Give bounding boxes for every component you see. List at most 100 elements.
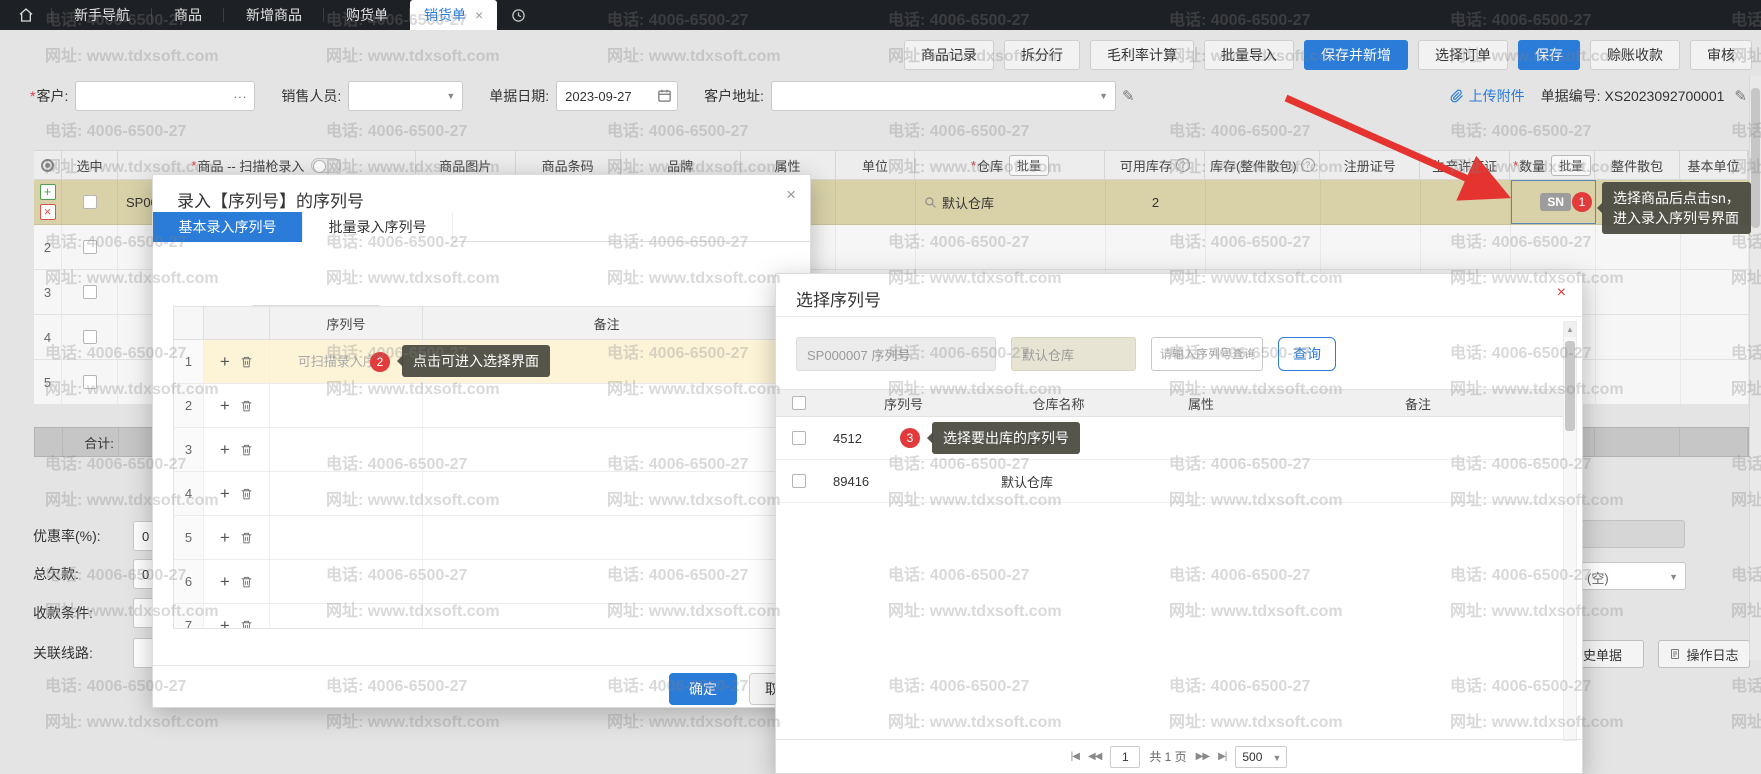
search-icon[interactable] [924, 196, 937, 209]
delete-serial-icon[interactable] [240, 531, 253, 545]
select-cell [776, 417, 821, 459]
serial-search-field[interactable] [1151, 337, 1263, 371]
delete-serial-icon[interactable] [240, 575, 253, 589]
search-button[interactable]: 查询 [1278, 337, 1336, 371]
toolbar-button-3[interactable]: 批量导入 [1204, 40, 1294, 70]
scrollbar-thumb[interactable] [1751, 88, 1760, 228]
address-label: 客户地址: [704, 86, 764, 106]
row1-cell-stock-pack [1206, 180, 1321, 224]
select-all-checkbox[interactable] [792, 396, 806, 410]
first-page-button[interactable]: |◀ [1071, 751, 1079, 762]
edit-address-icon[interactable]: ✎ [1122, 87, 1135, 105]
toolbar-button-0[interactable]: 商品记录 [904, 40, 994, 70]
last-page-button[interactable]: ▶| [1218, 751, 1226, 762]
prev-page-button[interactable]: ◀◀ [1088, 751, 1101, 762]
add-serial-icon[interactable]: + [220, 529, 230, 546]
col-header-label: 单位 [862, 156, 888, 175]
delete-serial-icon[interactable] [240, 443, 253, 457]
toolbar-button-4[interactable]: 保存并新增 [1304, 40, 1408, 70]
delete-serial-icon[interactable] [240, 355, 253, 369]
serial-checkbox[interactable] [792, 431, 806, 445]
cell-base-unit [1681, 360, 1749, 404]
customer-field[interactable]: ... [75, 81, 255, 111]
date-field[interactable] [556, 81, 678, 111]
confirm-button[interactable]: 确定 [669, 673, 737, 705]
next-page-button[interactable]: ▶▶ [1196, 751, 1209, 762]
delete-serial-icon[interactable] [240, 619, 253, 630]
tab-close-icon[interactable]: × [475, 7, 483, 23]
nav-item-0[interactable]: 新手导航 [52, 0, 152, 30]
col-header-select: 选中 [62, 151, 118, 179]
step2-badge: 2 [370, 352, 390, 372]
add-serial-icon[interactable]: + [220, 573, 230, 590]
toolbar-button-2[interactable]: 毛利率计算 [1090, 40, 1194, 70]
row-checkbox[interactable] [83, 285, 97, 299]
modal-scrollbar[interactable]: ▲ [1563, 321, 1577, 741]
scrollbar-thumb[interactable] [1565, 341, 1575, 431]
serial-row-actions: + [204, 340, 270, 383]
home-button[interactable] [0, 0, 52, 30]
toolbar-button-1[interactable]: 拆分行 [1004, 40, 1080, 70]
serial-row-actions: + [204, 560, 270, 603]
row-number: 2 [44, 240, 51, 255]
add-serial-icon[interactable]: + [220, 485, 230, 502]
recent-history-button[interactable] [497, 0, 540, 30]
row-checkbox[interactable] [83, 195, 97, 209]
operation-log-button[interactable]: 操作日志 [1658, 640, 1750, 668]
toolbar-button-6[interactable]: 保存 [1518, 40, 1580, 70]
serial-checkbox[interactable] [792, 474, 806, 488]
serial-entry-row-1: 1+2点击可进入选择界面 [174, 340, 790, 384]
tab-basic-serial-entry[interactable]: 基本录入序列号 [153, 212, 303, 242]
salesperson-select[interactable]: ▼ [348, 81, 463, 111]
cell-pack [1596, 315, 1681, 359]
serial-row-number: 4 [174, 472, 204, 515]
col-header-warehouse: *仓库批量 [915, 151, 1105, 179]
nav-item-1[interactable]: 商品 [152, 0, 224, 30]
date-input[interactable] [557, 82, 649, 110]
step1-tooltip-line2: 进入录入序列号界面 [1613, 208, 1740, 228]
nav-item-3[interactable]: 购货单 [324, 0, 410, 30]
row-checkbox[interactable] [83, 240, 97, 254]
nav-item-2[interactable]: 新增商品 [224, 0, 324, 30]
add-row-button[interactable]: + [40, 184, 56, 200]
edit-docno-icon[interactable]: ✎ [1734, 87, 1747, 105]
page-size-select[interactable]: 500 ▼ [1235, 746, 1287, 768]
caret-down-icon: ▼ [1099, 91, 1108, 101]
tab-sales-order[interactable]: 销货单 × [410, 0, 497, 30]
tab-batch-serial-entry[interactable]: 批量录入序列号 [303, 212, 453, 242]
toolbar-button-8[interactable]: 审核 [1690, 40, 1752, 70]
add-serial-icon[interactable]: + [220, 441, 230, 458]
remove-row-button[interactable]: × [40, 204, 56, 220]
step2-tooltip: 点击可进入选择界面 [402, 345, 550, 377]
empty-select[interactable]: (空) ▼ [1578, 562, 1686, 590]
close-icon[interactable]: × [1557, 284, 1566, 302]
address-select[interactable]: ▼ [771, 81, 1116, 111]
upload-attachment-link[interactable]: 上传附件 [1450, 86, 1525, 106]
serial-search-input[interactable] [1152, 338, 1262, 370]
page-scrollbar[interactable] [1749, 76, 1761, 660]
page-number-input[interactable] [1110, 746, 1140, 768]
scan-toggle[interactable] [311, 158, 341, 173]
serial-option-rows: 4512默认仓库3选择要出库的序列号89416默认仓库 [776, 417, 1565, 503]
row-checkbox[interactable] [83, 330, 97, 344]
delete-serial-icon[interactable] [240, 487, 253, 501]
sn-button[interactable]: SN [1540, 193, 1571, 211]
calendar-icon[interactable] [657, 88, 672, 106]
add-serial-icon[interactable]: + [220, 353, 230, 370]
toolbar-button-7[interactable]: 赊账收款 [1590, 40, 1680, 70]
select-cell [776, 460, 821, 502]
toolbar-button-5[interactable]: 选择订单 [1418, 40, 1508, 70]
add-serial-icon[interactable]: + [220, 617, 230, 629]
batch-button[interactable]: 批量 [1009, 155, 1049, 176]
customer-input[interactable] [76, 82, 254, 110]
delete-serial-icon[interactable] [240, 399, 253, 413]
row-checkbox[interactable] [83, 375, 97, 389]
close-icon[interactable]: × [786, 185, 796, 205]
add-serial-icon[interactable]: + [220, 397, 230, 414]
cell-base-unit [1681, 270, 1749, 314]
batch-button[interactable]: 批量 [1551, 155, 1591, 176]
serial-entry-row-4: 4+ [174, 472, 790, 516]
scroll-up-icon[interactable]: ▲ [1564, 322, 1576, 337]
more-icon[interactable]: ... [234, 86, 248, 101]
attribute-cell [1131, 417, 1271, 459]
